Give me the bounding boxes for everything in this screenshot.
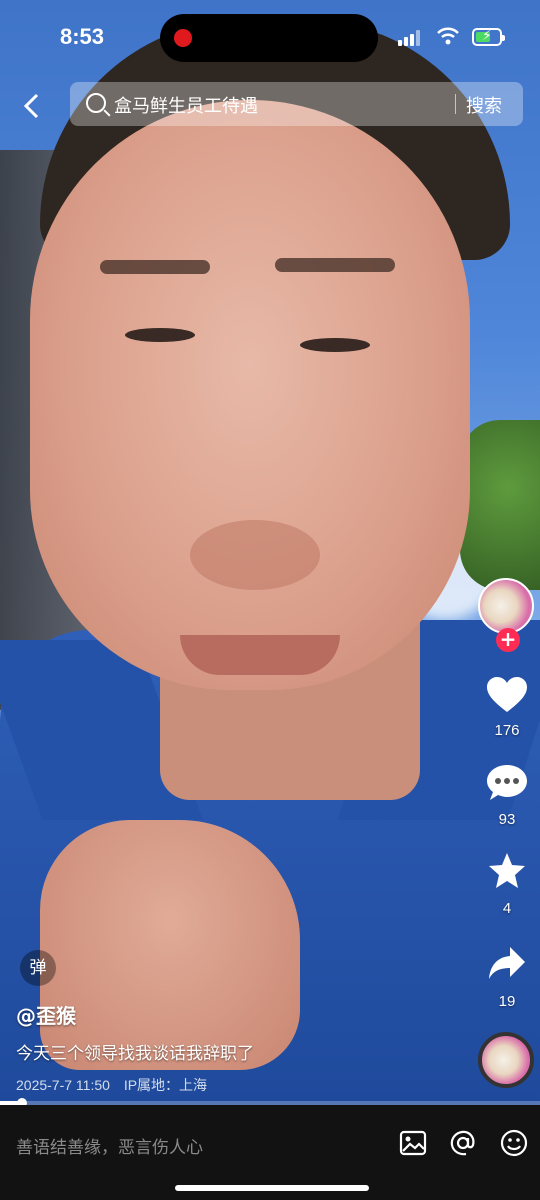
search-divider [455,94,456,114]
brow-left [100,260,210,274]
face-shape [30,100,470,690]
danmu-toggle-button[interactable]: 弹 [20,950,56,986]
search-input[interactable]: 盒马鲜生员工待遇 [114,92,258,118]
nose-shape [190,520,320,590]
search-icon [86,93,106,113]
eye-right [300,338,370,352]
video-caption: 今天三个领导找我谈话我辞职了 [16,1044,254,1064]
search-bar[interactable]: 盒马鲜生员工待遇 搜索 [70,82,523,126]
star-icon[interactable] [486,850,528,892]
tree-shape [460,420,540,590]
music-disc[interactable] [478,1032,534,1088]
author-name[interactable]: @歪猴 [16,1000,76,1029]
search-button[interactable]: 搜索 [466,92,502,118]
comment-bar: 善语结善缘，恶言伤人心 [0,1105,540,1200]
status-time: 8:53 [60,24,105,49]
status-bar: 8:53 ⚡ [0,0,540,74]
author-avatar[interactable] [478,578,534,634]
comment-input[interactable]: 善语结善缘，恶言伤人心 [16,1133,203,1158]
likes-count: 176 [494,722,520,739]
video-frame[interactable] [0,0,540,1105]
follow-button[interactable]: + [496,628,520,652]
ip-location: IP属地：上海 [123,1077,208,1093]
at-icon[interactable] [449,1129,477,1157]
eye-left [125,328,195,342]
shares-count: 19 [498,993,516,1010]
mouth-shape [180,635,340,675]
heart-icon[interactable] [486,674,528,716]
signal-icon [398,30,420,46]
share-icon[interactable] [486,942,528,984]
back-icon[interactable] [14,88,50,124]
home-indicator [175,1185,369,1191]
favorites-count: 4 [502,900,512,917]
comment-icon[interactable] [486,762,528,804]
video-meta: 2025-7-7 11:50 IP属地：上海 [16,1075,217,1095]
battery-icon: ⚡ [472,28,505,46]
comments-count: 93 [498,811,516,828]
emoji-icon[interactable] [500,1129,528,1157]
hand-shape [40,820,300,1070]
post-date: 2025-7-7 11:50 [16,1077,110,1093]
wifi-icon [437,27,459,45]
dynamic-island [160,14,378,62]
image-icon[interactable] [399,1129,427,1157]
recording-dot-icon [174,29,192,47]
brow-right [275,258,395,272]
